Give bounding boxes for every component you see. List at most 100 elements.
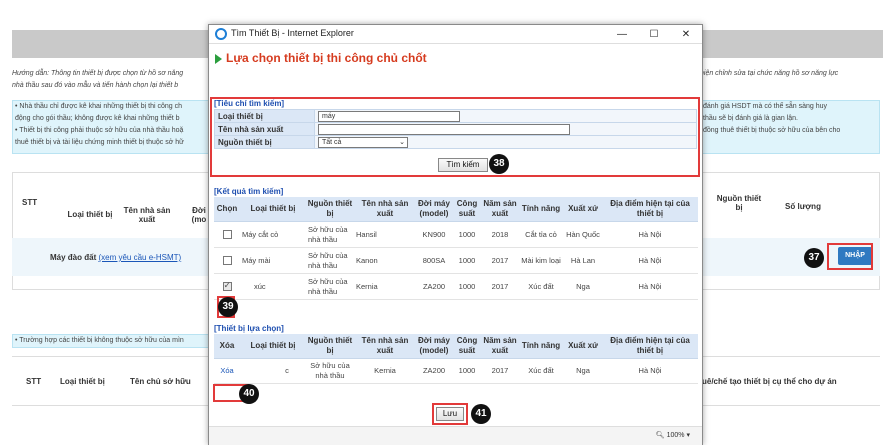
th-ten-nha-san-xuat: Tên nhà sản xuất [123, 206, 171, 224]
th-nsx: Tên nhà sản xuất [354, 334, 416, 359]
th-diadiem: Địa điểm hiện tại của thiết bị [602, 334, 698, 359]
cell-congsuat: 1000 [452, 221, 482, 248]
callout-38: 38 [489, 154, 509, 174]
th-tinhnang: Tính năng [518, 197, 564, 222]
cell-congsuat: 1000 [452, 247, 482, 274]
th-congsuat: Công suất [452, 197, 482, 222]
cell-nguon: Sở hữu của nhà thầu [306, 273, 354, 300]
cell-congsuat: 1000 [452, 273, 482, 300]
info-line: • Nhà thầu chỉ được kê khai những thiết … [15, 103, 183, 110]
callout-40: 40 [239, 384, 259, 404]
status-bar: 🔍︎ 100% ▾ [209, 426, 702, 445]
info-line: thuê thiết bị và tài liệu chứng minh thi… [15, 139, 184, 146]
th-nguon-thiet-bi: Nguồn thiết bị [716, 194, 762, 212]
play-arrow-icon [215, 53, 222, 64]
row-label-may-dao-dat: Máy đào đất (xem yêu cầu e-HSMT) [50, 253, 181, 262]
info-box-left: • Nhà thầu chỉ được kê khai những thiết … [12, 100, 212, 154]
th-loai: Loại thiết bị [240, 334, 306, 359]
th-stt: STT [22, 198, 38, 207]
select-checkbox-checked[interactable] [222, 280, 232, 292]
th2-loai-thiet-bi: Loại thiết bị [60, 377, 105, 386]
cell-model: 800SA [416, 247, 452, 274]
table-row: xúc Sở hữu của nhà thầu Kernia ZA200 100… [214, 273, 698, 300]
highlight-frame-38 [210, 97, 700, 177]
select-cell [214, 221, 240, 248]
cell-tinhnang: Xúc đất [518, 273, 564, 300]
cell-nam: 2017 [482, 273, 518, 300]
table-row: Máy mài Sở hữu của nhà thầu Kanon 800SA … [214, 247, 698, 274]
background-note: • Trường hợp các thiết bị không thuộc sở… [12, 334, 212, 348]
cell-model: ZA200 [416, 358, 452, 384]
cell-xuatxu: Nga [564, 358, 602, 384]
cell-loai: c [240, 358, 306, 384]
maximize-button[interactable]: ☐ [638, 25, 670, 44]
cell-nguon: Sở hữu của nhà thầu [306, 221, 354, 248]
th-xuatxu: Xuất xứ [564, 334, 602, 359]
th2-right: uê/chế tạo thiết bị cụ thể cho dự án [702, 377, 837, 386]
th-xoa: Xóa [214, 334, 240, 359]
results-header-row: Chọn Loại thiết bị Nguồn thiết bị Tên nh… [214, 197, 698, 222]
th-loai: Loại thiết bị [240, 197, 306, 222]
selected-equipment-section: [Thiết bị lựa chọn] Xóa Loại thiết bị Ng… [211, 324, 700, 404]
cell-nsx: Kernia [354, 273, 416, 300]
info-line: động cho gói thầu; không được kê khai nh… [15, 115, 180, 122]
th-xuatxu: Xuất xứ [564, 197, 602, 222]
th-nsx: Tên nhà sản xuất [354, 197, 416, 222]
table-row: Máy cắt cỏ Sở hữu của nhà thầu Hansil KN… [214, 221, 698, 248]
select-cell [214, 247, 240, 274]
th-congsuat: Công suất [452, 334, 482, 359]
callout-39: 39 [218, 297, 238, 317]
results-table: Chọn Loại thiết bị Nguồn thiết bị Tên nh… [214, 197, 698, 300]
cell-xuatxu: Nga [564, 273, 602, 300]
th-nguon: Nguồn thiết bị [306, 334, 354, 359]
cell-loai: Máy mài [240, 247, 306, 274]
th-diadiem: Địa điểm hiện tại của thiết bị [602, 197, 698, 222]
cell-nam: 2017 [482, 247, 518, 274]
cell-diadiem: Hà Nội [602, 247, 698, 274]
th-tinhnang: Tính năng [518, 334, 564, 359]
th-nam: Năm sản xuất [482, 197, 518, 222]
cell-xuatxu: Hà Lan [564, 247, 602, 274]
minimize-button[interactable]: — [606, 25, 638, 44]
close-button[interactable]: ✕ [670, 25, 702, 44]
cell-diadiem: Hà Nội [602, 221, 698, 248]
cell-loai: Máy cắt cỏ [240, 221, 306, 248]
delete-link[interactable]: Xóa [220, 366, 233, 375]
zoom-icon: 🔍︎ [655, 432, 665, 439]
search-results-section: [Kết quả tìm kiếm] Chọn Loại thiết bị Ng… [211, 187, 700, 313]
delete-cell: Xóa [214, 358, 240, 384]
results-title: [Kết quả tìm kiếm] [214, 187, 284, 196]
view-requirement-link[interactable]: (xem yêu cầu e-HSMT) [98, 253, 181, 262]
chevron-down-icon: ▾ [686, 432, 690, 439]
th-nguon: Nguồn thiết bị [306, 197, 354, 222]
internet-explorer-icon [215, 28, 227, 40]
th-so-luong: Số lượng [785, 202, 821, 211]
th2-ten-chu-so-huu: Tên chủ sở hữu [130, 377, 191, 386]
cell-nam: 2018 [482, 221, 518, 248]
th-doi: Đời (mo [191, 206, 207, 224]
popup-window: Tìm Thiết Bị - Internet Explorer — ☐ ✕ L… [208, 24, 703, 445]
zoom-control[interactable]: 🔍︎ 100% ▾ [656, 431, 690, 439]
callout-37: 37 [804, 248, 824, 268]
cell-loai: xúc [240, 273, 306, 300]
select-checkbox[interactable] [222, 230, 232, 240]
th-nam: Năm sản xuất [482, 334, 518, 359]
cell-congsuat: 1000 [452, 358, 482, 384]
cell-nsx: Hansil [354, 221, 416, 248]
background-hint: Hướng dẫn: Thông tin thiết bị được chọn … [12, 68, 212, 92]
popup-content: Lựa chọn thiết bị thi công chủ chốt [Tiê… [209, 45, 702, 425]
th2-stt: STT [26, 377, 42, 386]
cell-nsx: Kernia [354, 358, 416, 384]
info-line: đồng thuê thiết bị thuộc sở hữu của bên … [703, 127, 841, 134]
background-hint-right: hiện chỉnh sửa tại chức năng hồ sơ năng … [700, 70, 839, 77]
th-model: Đời máy (model) [416, 197, 452, 222]
window-title: Tìm Thiết Bị - Internet Explorer [231, 28, 354, 38]
callout-41: 41 [471, 404, 491, 424]
select-checkbox[interactable] [222, 256, 232, 266]
table-row: Xóa c Sở hữu của nhà thầu Kernia ZA200 1… [214, 358, 698, 384]
info-line: thầu sẽ bị đánh giá là gian lận. [703, 115, 798, 122]
selected-header-row: Xóa Loại thiết bị Nguồn thiết bị Tên nhà… [214, 334, 698, 359]
hint-line-1: Hướng dẫn: Thông tin thiết bị được chọn … [12, 70, 184, 77]
cell-tinhnang: Cắt tỉa cỏ [518, 221, 564, 248]
selected-table: Xóa Loại thiết bị Nguồn thiết bị Tên nhà… [214, 334, 698, 384]
